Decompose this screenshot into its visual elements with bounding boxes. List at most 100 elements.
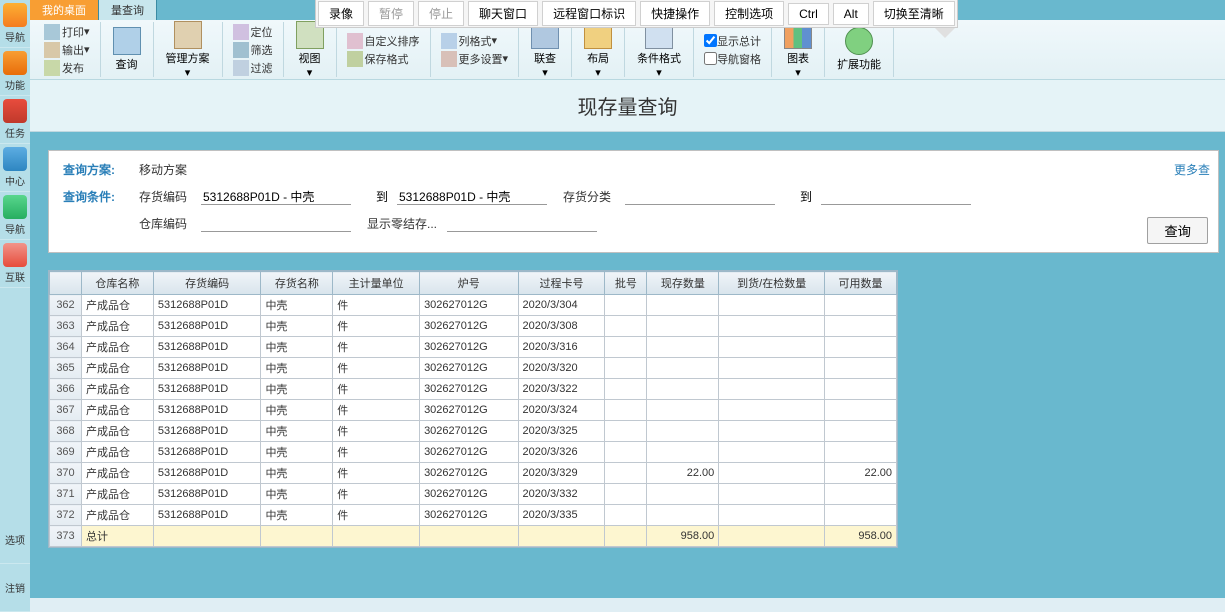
sidebar-task[interactable]: 任务: [0, 96, 30, 144]
cell-code[interactable]: 5312688P01D: [153, 358, 261, 379]
cell-furnace[interactable]: 302627012G: [420, 316, 518, 337]
stock-class-to-input[interactable]: [821, 188, 971, 205]
cell-batch[interactable]: [605, 442, 647, 463]
show-zero-input[interactable]: [447, 215, 597, 232]
sidebar-nav[interactable]: 导航: [0, 0, 30, 48]
cell-avail[interactable]: [825, 400, 897, 421]
cell-stock[interactable]: [647, 421, 719, 442]
cell-process[interactable]: 2020/3/325: [518, 421, 605, 442]
cell-stock[interactable]: [647, 316, 719, 337]
show-total-check-icon[interactable]: [704, 34, 717, 47]
alt-button[interactable]: Alt: [833, 3, 869, 25]
cell-batch[interactable]: [605, 379, 647, 400]
cell-stock[interactable]: [647, 295, 719, 316]
cell-code[interactable]: 5312688P01D: [153, 400, 261, 421]
cell-wh[interactable]: 产成品仓: [82, 400, 154, 421]
cell-avail[interactable]: [825, 442, 897, 463]
cell-arrive[interactable]: [719, 295, 825, 316]
query-button[interactable]: 查询: [107, 25, 147, 74]
cell-process[interactable]: 2020/3/316: [518, 337, 605, 358]
cell-avail[interactable]: [825, 316, 897, 337]
more-settings-button[interactable]: 更多设置 ▾: [437, 50, 513, 68]
publish-button[interactable]: 发布: [40, 59, 94, 77]
cell-unit[interactable]: 件: [333, 505, 420, 526]
cell-arrive[interactable]: [719, 421, 825, 442]
cell-furnace[interactable]: 302627012G: [420, 442, 518, 463]
warehouse-input[interactable]: [201, 215, 351, 232]
cell-arrive[interactable]: [719, 358, 825, 379]
cell-name[interactable]: 中壳: [261, 316, 333, 337]
quick-action-button[interactable]: 快捷操作: [640, 1, 710, 26]
cell-process[interactable]: 2020/3/332: [518, 484, 605, 505]
cell-furnace[interactable]: 302627012G: [420, 463, 518, 484]
chat-window-button[interactable]: 聊天窗口: [468, 1, 538, 26]
table-row[interactable]: 372 产成品仓 5312688P01D 中壳 件 302627012G 202…: [50, 505, 897, 526]
table-row[interactable]: 363 产成品仓 5312688P01D 中壳 件 302627012G 202…: [50, 316, 897, 337]
export-button[interactable]: 输出 ▾: [40, 41, 94, 59]
cell-process[interactable]: 2020/3/324: [518, 400, 605, 421]
cell-name[interactable]: 中壳: [261, 358, 333, 379]
cell-batch[interactable]: [605, 295, 647, 316]
cell-furnace[interactable]: 302627012G: [420, 421, 518, 442]
cell-avail[interactable]: [825, 337, 897, 358]
sidebar-option[interactable]: 选项: [0, 516, 30, 564]
remote-id-button[interactable]: 远程窗口标识: [542, 1, 636, 26]
cell-stock[interactable]: [647, 442, 719, 463]
table-row[interactable]: 370 产成品仓 5312688P01D 中壳 件 302627012G 202…: [50, 463, 897, 484]
extend-button[interactable]: 扩展功能: [831, 25, 887, 74]
sidebar-nav2[interactable]: 导航: [0, 192, 30, 240]
cell-unit[interactable]: 件: [333, 295, 420, 316]
cell-process[interactable]: 2020/3/329: [518, 463, 605, 484]
cell-unit[interactable]: 件: [333, 358, 420, 379]
save-format-button[interactable]: 保存格式: [343, 50, 424, 68]
cell-batch[interactable]: [605, 400, 647, 421]
cell-furnace[interactable]: 302627012G: [420, 358, 518, 379]
row-num-header[interactable]: [50, 272, 82, 295]
cell-name[interactable]: 中壳: [261, 295, 333, 316]
scheme-value[interactable]: 移动方案: [139, 161, 187, 178]
cell-process[interactable]: 2020/3/308: [518, 316, 605, 337]
table-row[interactable]: 364 产成品仓 5312688P01D 中壳 件 302627012G 202…: [50, 337, 897, 358]
col-warehouse[interactable]: 仓库名称: [82, 272, 154, 295]
cell-avail[interactable]: [825, 421, 897, 442]
switch-clarity-button[interactable]: 切换至清晰: [873, 1, 955, 26]
col-arrive[interactable]: 到货/在检数量: [719, 272, 825, 295]
cell-avail[interactable]: [825, 295, 897, 316]
cell-furnace[interactable]: 302627012G: [420, 400, 518, 421]
cell-unit[interactable]: 件: [333, 463, 420, 484]
cell-stock[interactable]: [647, 484, 719, 505]
cell-furnace[interactable]: 302627012G: [420, 337, 518, 358]
cell-code[interactable]: 5312688P01D: [153, 442, 261, 463]
cell-arrive[interactable]: [719, 316, 825, 337]
cell-code[interactable]: 5312688P01D: [153, 421, 261, 442]
cell-name[interactable]: 中壳: [261, 505, 333, 526]
cell-name[interactable]: 中壳: [261, 337, 333, 358]
cell-arrive[interactable]: [719, 484, 825, 505]
cell-unit[interactable]: 件: [333, 379, 420, 400]
cell-code[interactable]: 5312688P01D: [153, 505, 261, 526]
cell-avail[interactable]: 22.00: [825, 463, 897, 484]
col-name[interactable]: 存货名称: [261, 272, 333, 295]
cell-unit[interactable]: 件: [333, 316, 420, 337]
cell-batch[interactable]: [605, 337, 647, 358]
col-avail[interactable]: 可用数量: [825, 272, 897, 295]
cell-wh[interactable]: 产成品仓: [82, 484, 154, 505]
cell-process[interactable]: 2020/3/326: [518, 442, 605, 463]
cell-name[interactable]: 中壳: [261, 400, 333, 421]
sidebar-center[interactable]: 中心: [0, 144, 30, 192]
col-furnace[interactable]: 炉号: [420, 272, 518, 295]
sidebar-func[interactable]: 功能: [0, 48, 30, 96]
locate-button[interactable]: 定位: [229, 23, 277, 41]
manage-scheme-button[interactable]: 管理方案 ▾: [160, 19, 216, 81]
print-button[interactable]: 打印 ▾: [40, 23, 94, 41]
cell-batch[interactable]: [605, 505, 647, 526]
nav-pane-checkbox[interactable]: 导航窗格: [700, 50, 765, 68]
cell-arrive[interactable]: [719, 442, 825, 463]
query-submit-button[interactable]: 查询: [1147, 217, 1208, 244]
more-query-link[interactable]: 更多查: [1174, 161, 1210, 178]
cell-arrive[interactable]: [719, 400, 825, 421]
cell-arrive[interactable]: [719, 463, 825, 484]
cell-stock[interactable]: [647, 400, 719, 421]
cell-wh[interactable]: 产成品仓: [82, 316, 154, 337]
cell-unit[interactable]: 件: [333, 484, 420, 505]
